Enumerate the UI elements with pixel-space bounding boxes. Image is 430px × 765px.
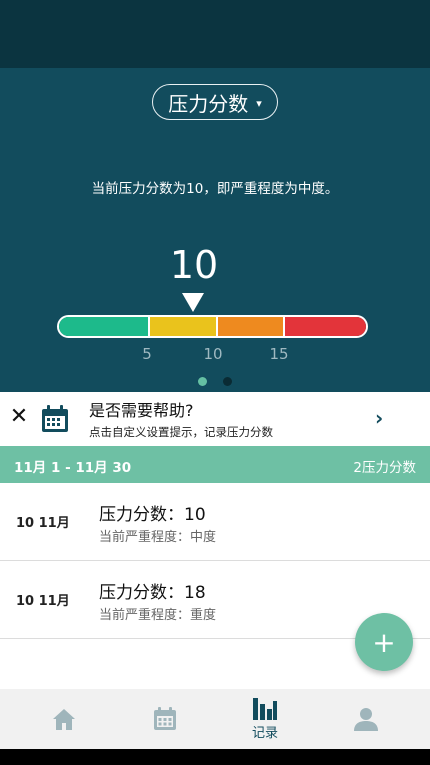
current-score: 10 [169, 243, 219, 287]
score-summary: 当前压力分数为10，即严重程度为中度。 [91, 181, 339, 197]
status-bar [0, 0, 430, 68]
scale-tick: 15 [269, 345, 289, 363]
record-score: 压力分数：10 [99, 505, 206, 525]
page-indicator[interactable] [223, 377, 232, 386]
nav-profile[interactable] [316, 689, 416, 749]
date-range-bar: 11月 1 - 11月 30 2压力分数 [0, 446, 430, 483]
date-range-label: 11月 1 - 11月 30 [14, 460, 132, 476]
help-title: 是否需要帮助? [89, 401, 194, 420]
chevron-right-icon[interactable]: › [375, 406, 383, 430]
record-severity: 当前严重程度：中度 [99, 530, 217, 545]
nav-records-label: 记录 [251, 726, 278, 741]
metric-dropdown-label: 压力分数 [168, 91, 249, 116]
record-date: 10 11月 [16, 516, 70, 531]
nav-home[interactable] [14, 689, 114, 749]
severity-scale [57, 315, 368, 338]
nav-calendar[interactable] [115, 689, 215, 749]
bottom-nav: 记录 [0, 689, 430, 749]
record-date: 10 11月 [16, 594, 70, 609]
person-icon [354, 708, 378, 731]
home-icon [53, 709, 75, 730]
caret-down-icon: ▾ [256, 96, 262, 110]
add-record-button[interactable]: + [355, 613, 413, 671]
scale-segment-severe [283, 317, 366, 336]
scale-segment-mild [148, 317, 216, 336]
nav-records[interactable]: 记录 [215, 689, 315, 749]
record-count: 2压力分数 [353, 460, 416, 476]
record-score: 压力分数：18 [99, 583, 206, 603]
plus-icon: + [372, 625, 396, 659]
close-icon[interactable]: ✕ [7, 404, 31, 432]
calendar-icon [154, 707, 176, 730]
system-navigation-bar [0, 749, 430, 765]
help-subtitle: 点击自定义设置提示，记录压力分数 [89, 425, 273, 439]
scale-tick: 10 [203, 345, 223, 363]
record-item[interactable]: 10 11月 压力分数：10 当前严重程度：中度 [0, 483, 430, 561]
bar-chart-icon [253, 698, 277, 720]
scale-tick: 5 [142, 345, 152, 363]
score-pointer-icon [182, 293, 204, 312]
metric-dropdown[interactable]: 压力分数 ▾ [152, 84, 278, 120]
page-indicator-active[interactable] [198, 377, 207, 386]
scale-segment-moderate [215, 317, 284, 336]
calendar-icon [40, 404, 70, 438]
record-severity: 当前严重程度：重度 [99, 608, 217, 623]
scale-segment-low [59, 317, 149, 336]
